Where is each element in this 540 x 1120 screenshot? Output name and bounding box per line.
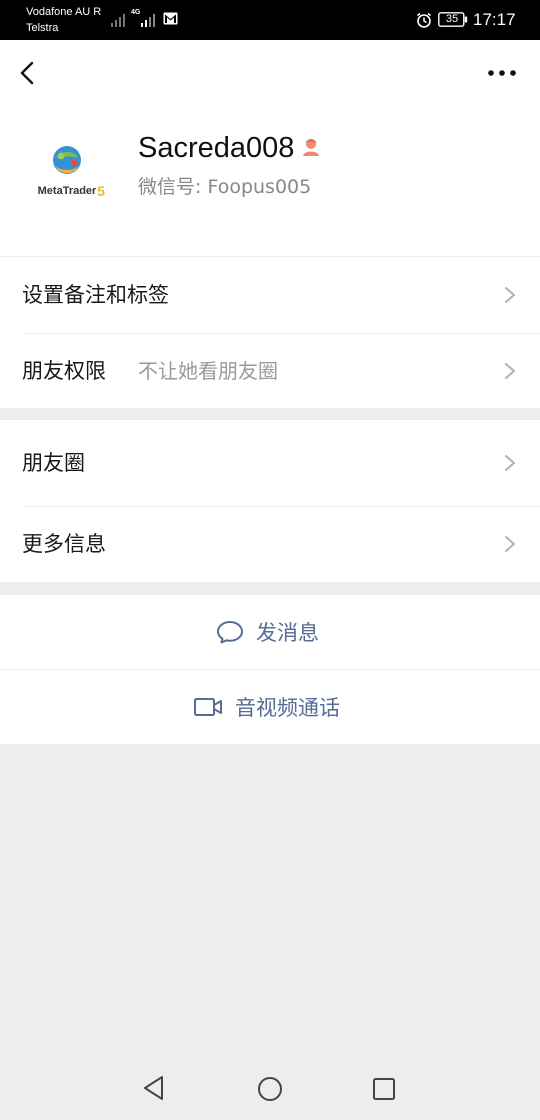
nav-back-icon[interactable]	[142, 1075, 166, 1101]
actions-section: 发消息 音视频通话	[0, 595, 540, 744]
avatar[interactable]: MetaTrader 5	[24, 136, 110, 210]
profile-name: Sacreda008	[138, 132, 295, 164]
chevron-right-icon	[505, 455, 515, 471]
chevron-right-icon	[505, 536, 515, 552]
video-camera-icon	[194, 698, 222, 716]
row-moments[interactable]: 朋友圈	[0, 420, 540, 506]
send-message-content: 发消息	[216, 595, 319, 669]
row-label: 设置备注和标签	[22, 283, 169, 307]
send-message-label: 发消息	[256, 621, 319, 645]
nav-home-icon[interactable]	[257, 1076, 283, 1102]
video-call-button[interactable]: 音视频通话	[0, 670, 540, 744]
chevron-right-icon	[505, 287, 515, 303]
wechat-id-label: 微信号:	[138, 176, 202, 198]
settings-section: 设置备注和标签 朋友权限 不让她看朋友圈	[0, 257, 540, 408]
video-call-label: 音视频通话	[235, 696, 340, 720]
status-bar: Vodafone AU R Telstra 4G 35 17:17	[0, 0, 540, 40]
video-call-content: 音视频通话	[193, 670, 340, 744]
row-label: 朋友权限	[22, 359, 106, 383]
gmail-notification-icon	[163, 12, 178, 25]
row-value: 不让她看朋友圈	[138, 359, 278, 383]
profile-header: MetaTrader 5 Sacreda008 微信号: Foopus005	[0, 40, 540, 256]
more-options-button[interactable]	[484, 64, 520, 82]
network-type-label: 4G	[131, 9, 140, 17]
back-button[interactable]	[12, 56, 44, 90]
signal-strength-2-icon	[141, 14, 155, 27]
nav-recent-apps-icon[interactable]	[372, 1077, 396, 1101]
social-section: 朋友圈 更多信息	[0, 420, 540, 582]
svg-text:5: 5	[97, 183, 105, 199]
network-type-text: 4G	[131, 9, 141, 16]
battery-level: 35	[445, 13, 459, 25]
clock-time: 17:17	[473, 10, 516, 29]
wechat-id: 微信号: Foopus005	[138, 174, 311, 200]
chat-bubble-icon	[217, 621, 243, 644]
female-gender-icon	[303, 139, 319, 156]
row-remarks-tags[interactable]: 设置备注和标签	[0, 257, 540, 333]
chevron-right-icon	[505, 363, 515, 379]
row-label: 朋友圈	[22, 451, 85, 475]
signal-strength-icon	[111, 14, 125, 27]
row-label: 更多信息	[22, 532, 106, 556]
send-message-button[interactable]: 发消息	[0, 595, 540, 669]
row-friend-permissions[interactable]: 朋友权限 不让她看朋友圈	[0, 333, 540, 409]
wechat-id-value: Foopus005	[207, 176, 312, 198]
row-more-info[interactable]: 更多信息	[0, 506, 540, 582]
alarm-clock-icon	[417, 12, 431, 28]
carrier-info: Vodafone AU R Telstra	[26, 4, 101, 36]
svg-text:MetaTrader: MetaTrader	[38, 185, 97, 197]
carrier-primary: Vodafone AU R	[26, 6, 102, 18]
carrier-secondary: Telstra	[26, 22, 59, 34]
